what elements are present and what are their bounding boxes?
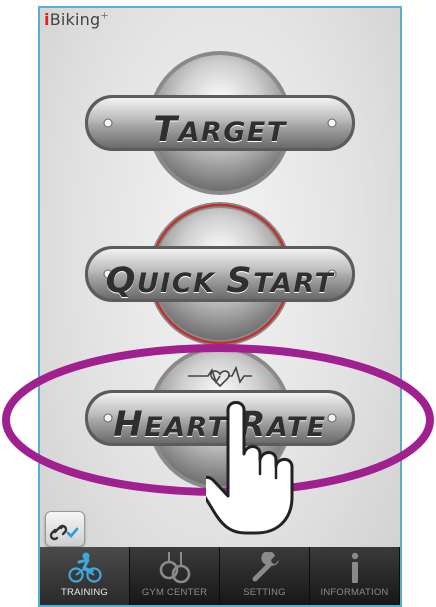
heart-rate-button-label: Heart Rate <box>113 405 327 445</box>
tab-setting-label: SETTING <box>243 587 286 598</box>
tab-setting[interactable]: SETTING <box>220 547 310 605</box>
tab-training[interactable]: TRAINING <box>40 547 130 605</box>
target-button-label: Target <box>153 110 287 150</box>
bottom-tab-bar: TRAINING GYM CENTER SETTING INFORMATION <box>40 547 400 605</box>
phone-screen: iBiking+ TARGET QUICK START HEART RATE T… <box>38 6 402 607</box>
connect-link-button[interactable] <box>45 511 85 547</box>
link-icon <box>49 524 79 541</box>
target-button[interactable]: Target <box>38 39 402 209</box>
heart-rate-button[interactable]: Heart Rate <box>38 334 402 504</box>
wrench-icon <box>252 552 279 582</box>
cyclist-icon <box>67 552 102 583</box>
info-icon <box>351 552 358 583</box>
tab-gym-center[interactable]: GYM CENTER <box>130 547 220 605</box>
app-logo: iBiking+ <box>44 10 109 29</box>
tab-training-label: TRAINING <box>61 587 108 598</box>
quick-start-button-label: Quick Start <box>105 261 335 301</box>
tab-gym-center-label: GYM CENTER <box>141 587 208 598</box>
gym-rings-icon <box>159 552 190 584</box>
tab-information[interactable]: INFORMATION <box>310 547 400 605</box>
checkmark-icon <box>66 527 79 539</box>
tab-information-label: INFORMATION <box>320 587 389 598</box>
